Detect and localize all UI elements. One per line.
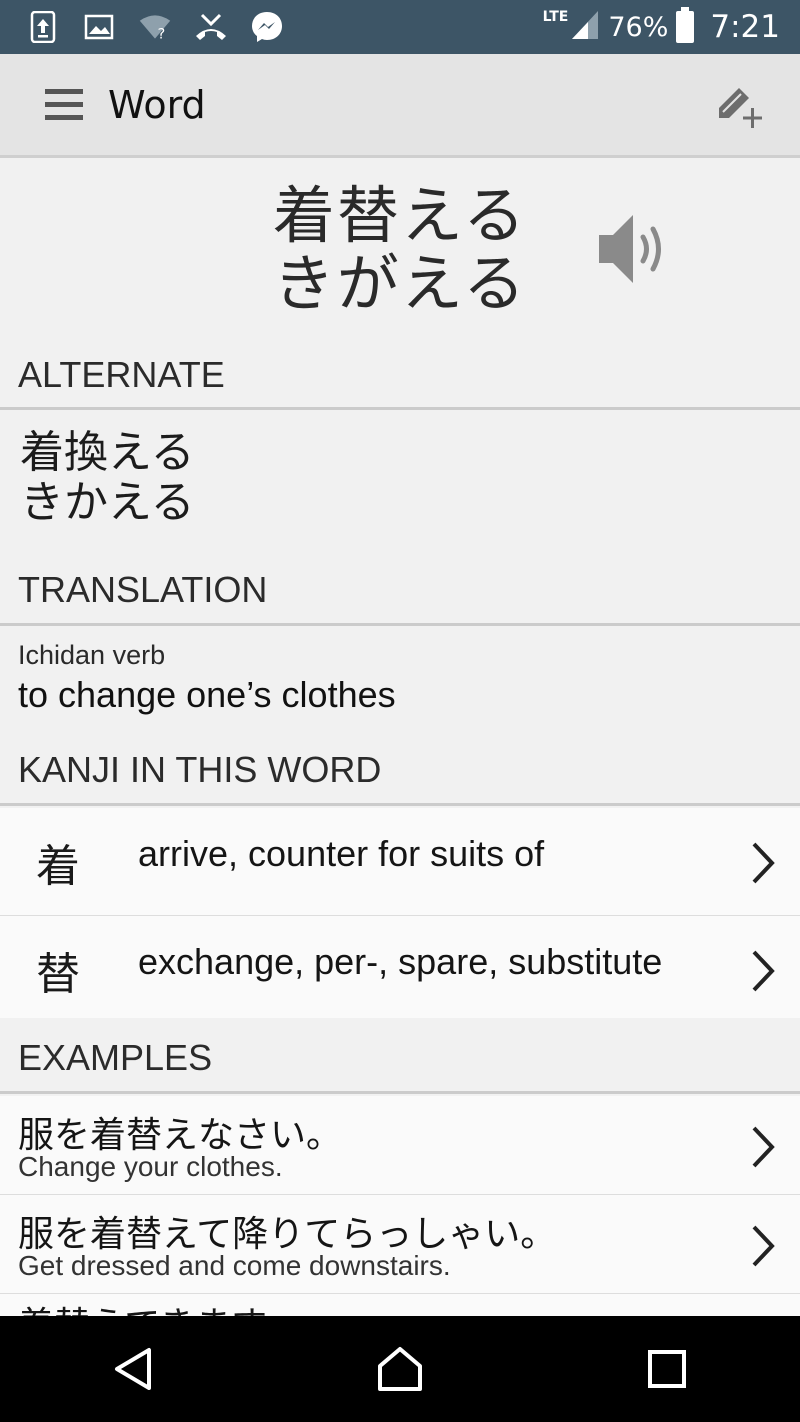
word-display: 着替える きがえる xyxy=(200,182,600,318)
alternate-kanji: 着換える xyxy=(20,427,195,478)
messenger-icon xyxy=(250,10,284,44)
kanji-row[interactable]: 替 exchange, per-, spare, substitute xyxy=(0,916,800,1024)
status-bar: ? LTE 76% 7:21 xyxy=(0,0,800,54)
definition: to change one’s clothes xyxy=(18,674,396,715)
chevron-right-icon xyxy=(752,1225,775,1267)
back-button[interactable] xyxy=(93,1329,173,1409)
home-button[interactable] xyxy=(360,1329,440,1409)
kanji-meaning: arrive, counter for suits of xyxy=(138,833,545,874)
section-header-examples: EXAMPLES xyxy=(0,1030,800,1094)
chevron-right-icon xyxy=(752,1126,775,1168)
battery-icon xyxy=(676,7,695,43)
back-triangle-icon xyxy=(115,1348,152,1390)
recents-square-icon xyxy=(647,1350,686,1388)
recents-button[interactable] xyxy=(627,1329,707,1409)
wifi-question-icon: ? xyxy=(138,10,172,44)
home-icon xyxy=(377,1347,422,1391)
word-kanji: 着替える xyxy=(272,179,528,252)
example-english: Get dressed and come downstairs. xyxy=(18,1250,451,1281)
kanji-char: 着 xyxy=(36,841,80,892)
svg-text:?: ? xyxy=(158,27,166,42)
alternate-reading: きかえる xyxy=(20,477,195,528)
part-of-speech: Ichidan verb xyxy=(18,640,166,670)
speaker-icon xyxy=(599,215,661,283)
app-bar: Word xyxy=(0,54,800,158)
network-type-label: LTE xyxy=(542,9,569,25)
clock: 7:21 xyxy=(710,9,780,45)
battery-percent: 76% xyxy=(608,11,669,43)
upload-notification-icon xyxy=(26,10,60,44)
page-title: Word xyxy=(108,82,206,127)
alternate-form: 着換える きかえる xyxy=(20,428,195,528)
kanji-meaning: exchange, per-, spare, substitute xyxy=(138,941,663,982)
section-header-translation: TRANSLATION xyxy=(0,563,800,626)
missed-call-icon xyxy=(194,10,228,44)
example-row[interactable]: 服を着替えなさい。 Change your clothes. xyxy=(0,1096,800,1194)
chevron-right-icon xyxy=(752,950,775,992)
signal-icon xyxy=(570,9,600,45)
pencil-plus-icon xyxy=(719,87,762,128)
kanji-row[interactable]: 着 arrive, counter for suits of xyxy=(0,808,800,916)
example-english: Change your clothes. xyxy=(18,1151,283,1182)
section-header-alternate: ALTERNATE xyxy=(0,350,800,410)
example-japanese: 着替えてきます。 xyxy=(18,1296,300,1316)
menu-button[interactable] xyxy=(34,75,94,135)
play-audio-button[interactable] xyxy=(588,204,678,294)
example-row[interactable]: 服を着替えて降りてらっしゃい。 Get dressed and come dow… xyxy=(0,1195,800,1293)
system-nav-bar xyxy=(0,1316,800,1422)
add-note-button[interactable] xyxy=(710,75,770,135)
kanji-char: 替 xyxy=(36,949,80,1000)
image-notification-icon xyxy=(82,10,116,44)
example-row[interactable]: 着替えてきます。 xyxy=(0,1294,800,1316)
word-header: 着替える きがえる xyxy=(0,160,800,350)
word-reading: きがえる xyxy=(272,247,528,320)
chevron-right-icon xyxy=(752,842,775,884)
section-header-kanji: KANJI IN THIS WORD xyxy=(0,742,800,806)
hamburger-menu-icon xyxy=(45,88,83,120)
